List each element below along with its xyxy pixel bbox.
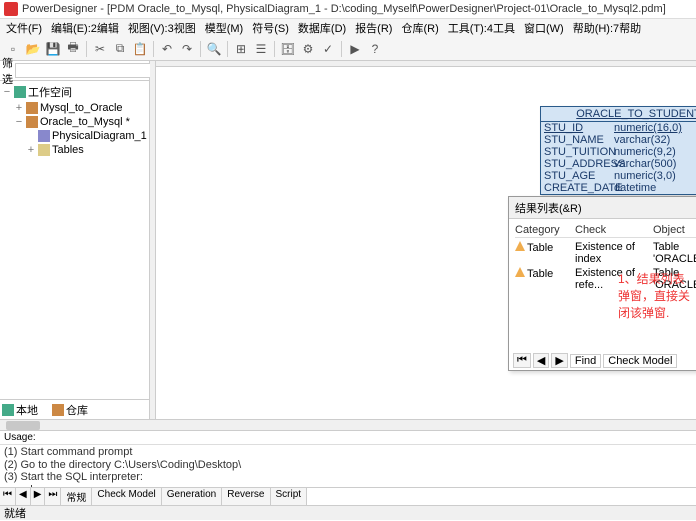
separator [86, 41, 87, 57]
diagram-canvas[interactable]: ORACLE_TO_STUDENT STU_IDnumeric(16,0)STU… [150, 61, 696, 419]
tab-nav-last-icon[interactable]: ⏭ [45, 488, 61, 505]
nav-next-icon[interactable]: ▶ [551, 353, 567, 368]
tree-item[interactable]: −Oracle_to_Mysql * [2, 115, 147, 129]
tab-general[interactable]: 常规 [61, 488, 92, 505]
entity-row: STU_TUITIONnumeric(9,2) [541, 146, 696, 158]
toolbar: ▫ 📂 💾 🖶 ✂ ⧉ 📋 ↶ ↷ 🔍 ⊞ ☰ 🗄 ⚙ ✓ ▶ ? [0, 37, 696, 61]
output-tabs: ⏮ ◀ ▶ ⏭ 常规 Check Model Generation Revers… [0, 487, 696, 505]
title-bar: PowerDesigner - [PDM Oracle_to_Mysql, Ph… [0, 0, 696, 19]
tool-redo-icon[interactable]: ↷ [178, 40, 196, 58]
left-panel: 筛选 ✕ ⟳ −工作空间 +Mysql_to_Oracle −Oracle_to… [0, 61, 150, 419]
tree-item[interactable]: +Tables [2, 143, 147, 157]
tree-workspace[interactable]: −工作空间 [2, 83, 147, 101]
tab-check[interactable]: Check Model [92, 488, 161, 505]
separator [341, 41, 342, 57]
filter-input[interactable] [15, 63, 153, 78]
result-header-row: CategoryCheckObjectLocation [515, 223, 696, 238]
warning-icon [515, 267, 525, 277]
tool-gen-icon[interactable]: ⚙ [299, 40, 317, 58]
menu-window[interactable]: 窗口(W) [520, 19, 568, 37]
entity-row: STU_ADDRESSvarchar(500) [541, 158, 696, 170]
tool-undo-icon[interactable]: ↶ [158, 40, 176, 58]
folder-icon [38, 144, 50, 156]
ruler [156, 61, 696, 67]
filter-bar: 筛选 ✕ ⟳ [0, 61, 149, 81]
tool-help-icon[interactable]: ? [366, 40, 384, 58]
db-icon [26, 116, 38, 128]
output-body: (1) Start command prompt(2) Go to the di… [0, 445, 696, 487]
tab-repo[interactable]: 仓库 [52, 402, 88, 418]
annotation-text: 1、结果列表弹窗，直接关闭该弹窗. [618, 270, 696, 321]
separator [227, 41, 228, 57]
menu-repository[interactable]: 仓库(R) [397, 19, 442, 37]
menu-file[interactable]: 文件(F) [2, 19, 46, 37]
entity-row: STU_NAMEvarchar(32) [541, 134, 696, 146]
tab-generation[interactable]: Generation [162, 488, 222, 505]
tab-nav-next-icon[interactable]: ▶ [31, 488, 46, 505]
app-icon [4, 2, 18, 16]
output-panel: Usage: (1) Start command prompt(2) Go to… [0, 430, 696, 505]
tree-view[interactable]: −工作空间 +Mysql_to_Oracle −Oracle_to_Mysql … [0, 81, 149, 399]
dialog-title: 结果列表(&R) [515, 200, 696, 216]
main-area: 筛选 ✕ ⟳ −工作空间 +Mysql_to_Oracle −Oracle_to… [0, 61, 696, 419]
scroll-thumb[interactable] [6, 421, 40, 430]
tool-copy-icon[interactable]: ⧉ [111, 40, 129, 58]
menu-report[interactable]: 报告(R) [351, 19, 396, 37]
separator [200, 41, 201, 57]
tool-check-icon[interactable]: ✓ [319, 40, 337, 58]
tab-script[interactable]: Script [271, 488, 308, 505]
tab-reverse[interactable]: Reverse [222, 488, 270, 505]
nav-prev-icon[interactable]: ◀ [533, 353, 549, 368]
dialog-header: 结果列表(&R) ✕ [509, 197, 696, 219]
status-bar: 就绪 [0, 505, 696, 520]
tool-save-icon[interactable]: 💾 [44, 40, 62, 58]
menu-help[interactable]: 帮助(H):7帮助 [569, 19, 645, 37]
tab-check-model[interactable]: Check Model [603, 354, 677, 368]
tool-paste-icon[interactable]: 📋 [131, 40, 149, 58]
menu-model[interactable]: 模型(M) [201, 19, 248, 37]
separator [274, 41, 275, 57]
menu-tools[interactable]: 工具(T):4工具 [444, 19, 519, 37]
menu-symbol[interactable]: 符号(S) [248, 19, 293, 37]
tab-nav-first-icon[interactable]: ⏮ [0, 488, 16, 505]
tree-item[interactable]: +Mysql_to_Oracle [2, 101, 147, 115]
entity-row: STU_IDnumeric(16,0) [541, 122, 696, 134]
tool-print-icon[interactable]: 🖶 [64, 40, 82, 58]
output-header: Usage: [0, 431, 696, 445]
tool-cut-icon[interactable]: ✂ [91, 40, 109, 58]
tool-play-icon[interactable]: ▶ [346, 40, 364, 58]
tool-list-icon[interactable]: ☰ [252, 40, 270, 58]
tool-properties-icon[interactable]: ⊞ [232, 40, 250, 58]
result-row[interactable]: TableExistence of indexTable 'ORACLE_TO_… [515, 240, 696, 266]
menu-edit[interactable]: 编辑(E):2编辑 [47, 19, 123, 37]
tab-local[interactable]: 本地 [2, 402, 38, 418]
entity-table[interactable]: ORACLE_TO_STUDENT STU_IDnumeric(16,0)STU… [540, 106, 696, 195]
horizontal-scrollbar[interactable] [0, 419, 696, 430]
repo-icon [52, 404, 64, 416]
menu-database[interactable]: 数据库(D) [294, 19, 350, 37]
menu-bar: 文件(F) 编辑(E):2编辑 视图(V):3视图 模型(M) 符号(S) 数据… [0, 19, 696, 37]
nav-first-icon[interactable]: ⏮ [513, 353, 531, 368]
dialog-footer: ⏮ ◀ ▶ Find Check Model [513, 353, 677, 368]
divider[interactable] [150, 61, 156, 419]
tool-open-icon[interactable]: 📂 [24, 40, 42, 58]
tool-db-icon[interactable]: 🗄 [279, 40, 297, 58]
separator [153, 41, 154, 57]
warning-icon [515, 241, 525, 251]
tool-find-icon[interactable]: 🔍 [205, 40, 223, 58]
tree-item[interactable]: PhysicalDiagram_1 [2, 129, 147, 143]
title-text: PowerDesigner - [PDM Oracle_to_Mysql, Ph… [22, 3, 666, 15]
workspace-icon [14, 86, 26, 98]
entity-row: STU_AGEnumeric(3,0) [541, 170, 696, 182]
entity-title: ORACLE_TO_STUDENT [541, 107, 696, 122]
tab-find[interactable]: Find [570, 354, 601, 368]
left-tabs: 本地 仓库 [0, 399, 149, 419]
tab-nav-prev-icon[interactable]: ◀ [16, 488, 31, 505]
entity-row: CREATE_DATEdatetime [541, 182, 696, 194]
local-icon [2, 404, 14, 416]
diagram-icon [38, 130, 50, 142]
menu-view[interactable]: 视图(V):3视图 [124, 19, 200, 37]
db-icon [26, 102, 38, 114]
